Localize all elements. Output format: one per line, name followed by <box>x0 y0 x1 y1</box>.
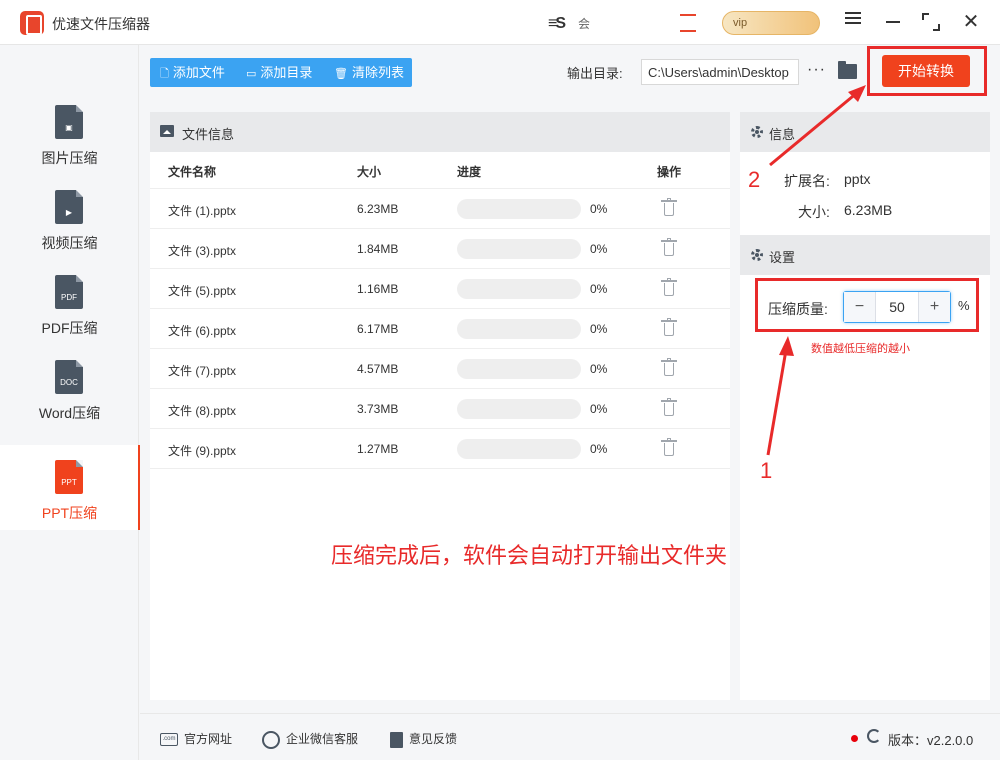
step-1-label: 1 <box>760 458 773 483</box>
wechat-service-link[interactable]: 企业微信客服 <box>262 730 358 749</box>
feedback-icon <box>390 731 403 748</box>
arrow-to-start <box>769 90 859 167</box>
update-dot-icon <box>851 735 858 742</box>
footer: .com 官方网址 企业微信客服 意见反馈 版本：v2.2.0.0 <box>140 713 1000 760</box>
arrow-head-to-quality <box>779 336 794 356</box>
website-icon: .com <box>160 733 178 747</box>
step-2-label: 2 <box>748 167 761 192</box>
annotation-arrows <box>766 85 866 456</box>
completion-note: 压缩完成后，软件会自动打开输出文件夹 <box>331 543 728 568</box>
refresh-icon[interactable] <box>867 729 881 743</box>
version-text: 版本：v2.2.0.0 <box>888 733 974 748</box>
wechat-icon <box>262 730 280 749</box>
website-link[interactable]: .com 官方网址 <box>160 730 232 747</box>
feedback-link[interactable]: 意见反馈 <box>390 730 457 748</box>
arrow-to-quality <box>766 349 788 456</box>
